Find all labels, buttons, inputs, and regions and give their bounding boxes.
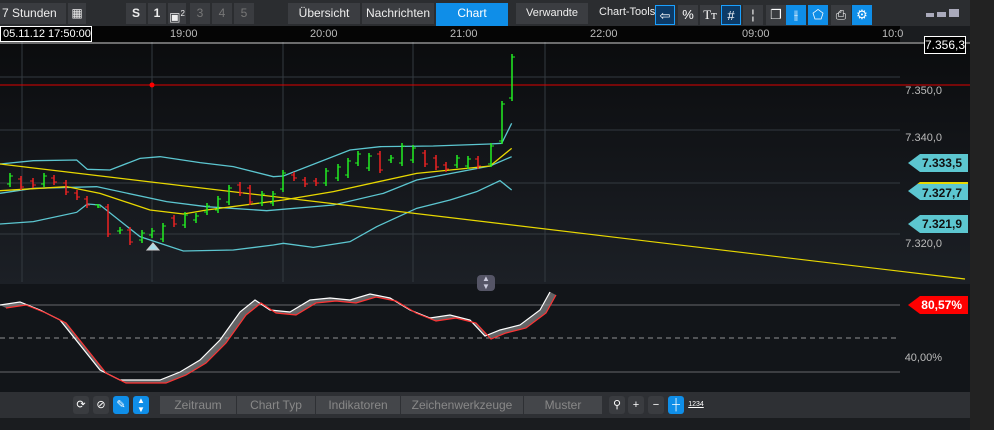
text-icon[interactable]: Tт [700, 5, 720, 25]
button-5[interactable]: 5 [234, 3, 254, 24]
time-label: 09:00 [742, 28, 770, 40]
panel-resize-handle[interactable]: ▲ ▼ [477, 275, 495, 291]
back-icon[interactable]: ⇦ [655, 5, 675, 25]
button-3[interactable]: 3 [190, 3, 210, 24]
bollinger-middle [0, 156, 512, 212]
tab-verwandte[interactable]: Verwandte [516, 3, 588, 24]
price-label: 7.340,0 [905, 132, 942, 144]
menu-zeichenwerkzeuge[interactable]: Zeichenwerkzeuge [401, 396, 523, 414]
percent-icon[interactable]: % [678, 5, 698, 25]
calendar-icon[interactable]: ▦ [68, 3, 86, 24]
button-4[interactable]: 4 [212, 3, 232, 24]
candle-icon[interactable]: ¦ [743, 5, 763, 25]
bottom-toolbar: ⟳ ⊘ ✎ ▲ ▼ Zeitraum Chart Typ Indikatoren … [0, 392, 970, 418]
save-icon: ▣ [169, 10, 181, 24]
scrollbar[interactable] [970, 0, 994, 430]
settings-icon[interactable]: ⚙ [852, 5, 872, 25]
tab-nachrichten[interactable]: Nachrichten [362, 3, 434, 24]
button-s[interactable]: S [126, 3, 146, 24]
time-label: 21:00 [450, 28, 478, 40]
menu-muster[interactable]: Muster [524, 396, 602, 414]
upper-band-tag: 7.333,5 [908, 154, 968, 172]
tag-icon[interactable]: ⬠ [808, 5, 828, 25]
crosshair-date: 05.11.12 17:50:00 [0, 26, 92, 42]
tab-uebersicht[interactable]: Übersicht [288, 3, 360, 24]
refresh-icon[interactable]: ⟳ [73, 396, 89, 414]
save-button[interactable]: ▣2 [168, 3, 186, 24]
time-label: 20:00 [310, 28, 338, 40]
oscillator-label: 40,00% [904, 352, 942, 364]
menu-zeitraum[interactable]: Zeitraum [160, 396, 236, 414]
time-label: 10:0 [882, 28, 904, 40]
top-toolbar: 7 Stunden ▾ ▦ S 1 ▣2 3 4 5 Übersicht Nac… [0, 0, 970, 41]
clear-icon[interactable]: ⊘ [93, 396, 109, 414]
menu-chart-typ[interactable]: Chart Typ [237, 396, 315, 414]
price-label: 7.320,0 [905, 238, 942, 250]
save-badge: 2 [180, 9, 185, 18]
zoom-out-icon[interactable]: − [648, 396, 664, 414]
print-icon[interactable]: ⎙ [831, 5, 851, 25]
trend-line [0, 163, 966, 280]
bars-icon[interactable]: ⫲ [786, 5, 806, 25]
period-label: 7 Stunden [2, 6, 57, 20]
bollinger-upper [0, 123, 513, 178]
line-anchor [149, 82, 155, 88]
period-select[interactable]: 7 Stunden ▾ [0, 3, 66, 41]
maximize-icon[interactable] [949, 9, 959, 17]
minimize-icon[interactable] [926, 13, 934, 17]
layers-icon[interactable]: ❐ [766, 5, 786, 25]
current-price: 7.356,3 [924, 36, 966, 54]
oscillator-tag: 80,57% [908, 296, 968, 314]
chart-area[interactable]: 7.350,0 7.340,0 7.320,0 7.356,3 7.333,5 … [0, 36, 970, 392]
zoom-in-icon[interactable]: + [628, 396, 644, 414]
tab-chart[interactable]: Chart [436, 3, 508, 26]
button-1[interactable]: 1 [148, 3, 166, 24]
restore-icon[interactable] [937, 12, 946, 17]
scroll-icon[interactable]: ▲ ▼ [133, 396, 149, 414]
chart-tools-label: Chart-Tools [599, 6, 656, 18]
scale-button[interactable]: 1234 [688, 396, 704, 414]
draw-icon[interactable]: ✎ [113, 396, 129, 414]
time-label: 19:00 [170, 28, 198, 40]
menu-indikatoren[interactable]: Indikatoren [316, 396, 400, 414]
search-icon[interactable]: ⚲ [609, 396, 625, 414]
signal-marker-icon [145, 242, 161, 251]
price-chart [0, 42, 970, 392]
crosshair-icon[interactable]: ┼ [668, 396, 684, 414]
lower-band-tag: 7.321,9 [908, 215, 968, 233]
middle-band-tag: 7.327,7 [908, 182, 968, 200]
grid-icon[interactable]: # [721, 5, 741, 25]
time-label: 22:00 [590, 28, 618, 40]
time-axis: 19:00 20:00 21:00 22:00 09:00 10:0 [0, 26, 904, 42]
price-label: 7.350,0 [905, 85, 942, 97]
